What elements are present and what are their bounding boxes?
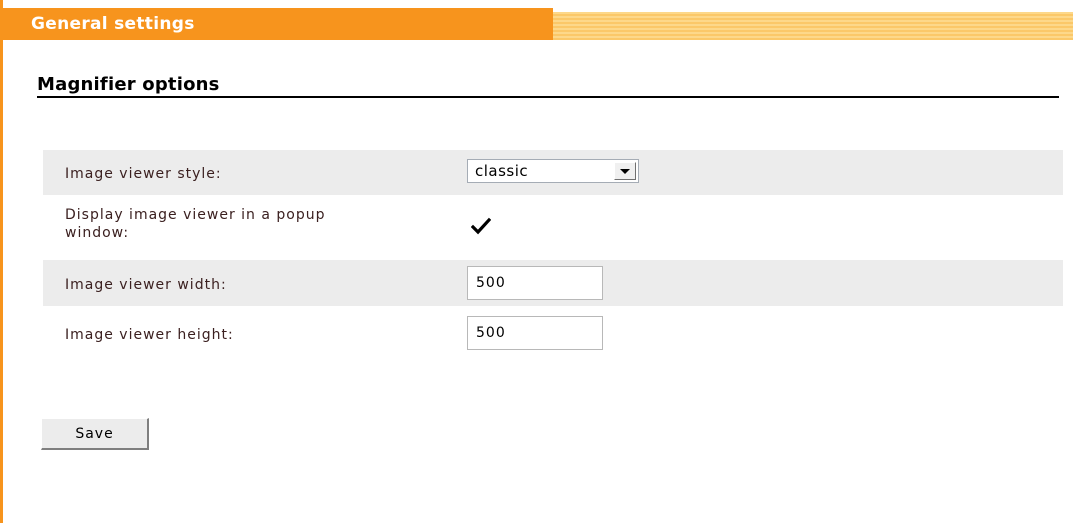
popup-label-line2: window: [65,225,130,241]
width-label: Image viewer width: [65,277,227,293]
section-title: Magnifier options [37,74,220,95]
popup-checkbox[interactable] [471,217,491,237]
viewer-style-selected-value: classic [475,162,529,180]
form-row-viewer-style: Image viewer style: classic [43,150,1063,195]
viewer-style-label: Image viewer style: [65,166,222,182]
header-stripes [553,12,1073,40]
viewer-style-control: classic [467,159,639,183]
viewer-style-select[interactable]: classic [467,159,639,183]
checkmark-icon [471,217,491,235]
form-row-width: Image viewer width: [43,260,1063,306]
form-row-popup: Display image viewer in a popup window: [43,203,1063,258]
height-input[interactable] [467,316,603,350]
height-label: Image viewer height: [65,327,234,343]
height-control [467,316,603,350]
panel-header: General settings [3,0,1073,40]
viewer-style-dropdown-button[interactable] [614,162,636,180]
width-control [467,266,603,300]
panel-title: General settings [31,14,195,34]
section-divider [37,96,1059,98]
popup-label: Display image viewer in a popup window: [65,206,326,242]
form-row-height: Image viewer height: [43,310,1063,356]
save-button[interactable]: Save [41,418,149,450]
general-settings-panel: General settings Magnifier options Image… [0,0,1073,523]
width-input[interactable] [467,266,603,300]
chevron-down-icon [620,169,630,174]
popup-control [471,217,491,237]
popup-label-line1: Display image viewer in a popup [65,207,326,223]
